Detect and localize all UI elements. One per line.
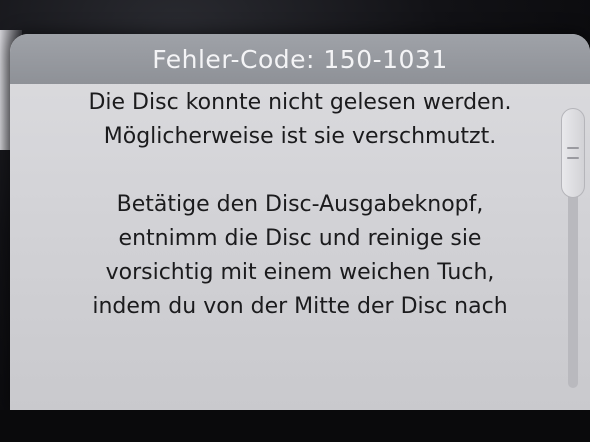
- message-line: entnimm die Disc und reinige sie: [118, 226, 482, 251]
- scrollbar-thumb[interactable]: [561, 108, 585, 198]
- message-line: Möglicherweise ist sie verschmutzt.: [103, 124, 497, 149]
- message-line: Betätige den Disc-Ausgabeknopf,: [116, 192, 484, 217]
- error-dialog: Fehler-Code: 150-1031 Die Disc konnte ni…: [10, 34, 590, 410]
- tv-screen: Fehler-Code: 150-1031 Die Disc konnte ni…: [0, 0, 590, 442]
- message-line: indem du von der Mitte der Disc nach: [92, 294, 508, 319]
- error-code-title: Fehler-Code: 150-1031: [152, 44, 448, 74]
- message-line: vorsichtig mit einem weichen Tuch,: [105, 260, 495, 285]
- message-line: Die Disc konnte nicht gelesen werden.: [88, 90, 512, 115]
- screen-bottom-edge: [0, 410, 590, 442]
- error-message: Die Disc konnte nicht gelesen werden. Mö…: [50, 86, 550, 410]
- dialog-title-bar: Fehler-Code: 150-1031: [10, 34, 590, 84]
